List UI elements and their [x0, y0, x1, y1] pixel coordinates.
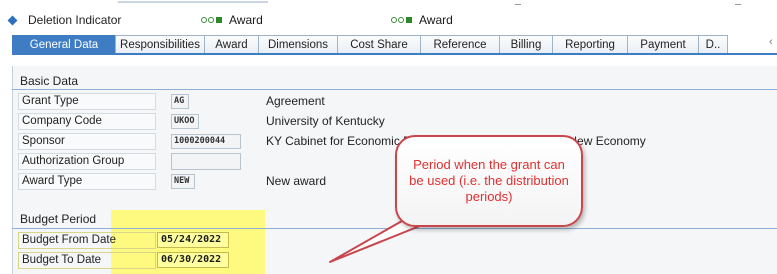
callout-note: Period when the grant can be used (i.e. … [395, 135, 583, 227]
callout-pointer [329, 203, 463, 263]
